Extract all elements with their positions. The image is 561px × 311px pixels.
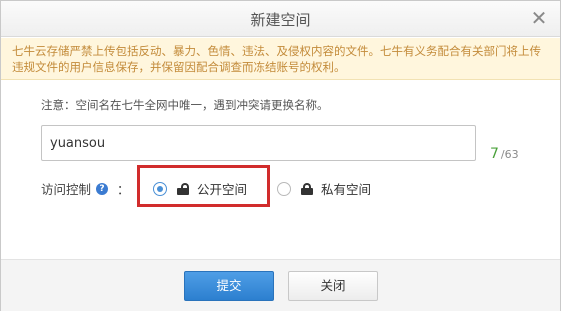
char-counter: 7/63 (490, 146, 519, 162)
submit-button[interactable]: 提交 (184, 271, 274, 301)
help-icon[interactable]: ? (96, 182, 109, 195)
space-name-input[interactable] (41, 125, 476, 161)
space-name-hint: 注意：空间名在七牛全网中唯一，遇到冲突请更换名称。 (41, 98, 329, 112)
char-count-max: /63 (500, 148, 519, 161)
lock-icon (301, 182, 313, 195)
char-count-current: 7 (490, 146, 499, 162)
access-control-colon: ： (117, 182, 130, 197)
radio-public-space[interactable]: 公开空间 (153, 179, 247, 198)
dialog-title: 新建空间 (250, 11, 311, 29)
radio-public-dot[interactable] (153, 181, 167, 196)
radio-private-space[interactable]: 私有空间 (277, 179, 371, 198)
close-icon[interactable]: ✕ (528, 6, 550, 30)
radio-private-dot[interactable] (277, 181, 291, 196)
unlock-icon (177, 182, 189, 195)
access-control-text: 访问控制 (41, 182, 92, 197)
warning-notice: 七牛云存储严禁上传包括反动、暴力、色情、违法、及侵权内容的文件。七牛有义务配合有… (1, 38, 560, 80)
new-space-dialog: 新建空间 ✕ 七牛云存储严禁上传包括反动、暴力、色情、违法、及侵权内容的文件。七… (0, 0, 561, 311)
access-control-label: 访问控制 ? ： (41, 179, 130, 198)
radio-private-label: 私有空间 (321, 182, 372, 197)
close-button[interactable]: 关闭 (288, 271, 378, 301)
dialog-header: 新建空间 ✕ (1, 1, 560, 37)
dialog-footer: 提交 关闭 (1, 259, 560, 311)
radio-public-label: 公开空间 (197, 182, 248, 197)
